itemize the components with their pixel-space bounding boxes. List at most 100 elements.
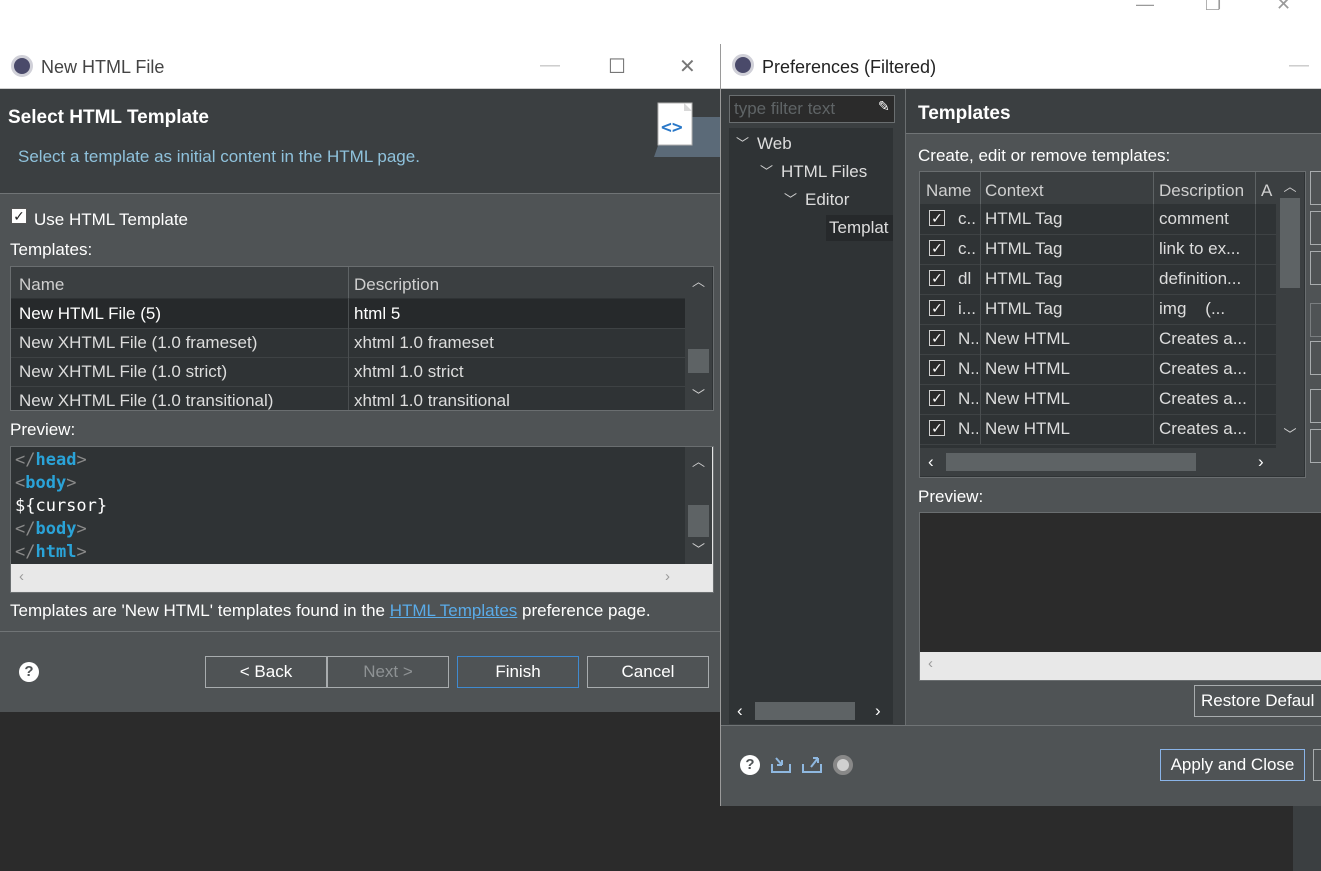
export-button[interactable] xyxy=(1310,429,1321,463)
background-panel xyxy=(1293,806,1321,871)
table-row[interactable]: ✓ N.. New HTML Creates a... xyxy=(920,384,1276,415)
import-icon[interactable] xyxy=(770,752,792,780)
table-row[interactable]: ✓ c.. HTML Tag link to ex... xyxy=(920,234,1276,265)
restore-icon[interactable]: ❐ xyxy=(1205,0,1221,15)
cancel-button[interactable] xyxy=(1313,749,1321,781)
chevron-down-icon[interactable]: ﹀ xyxy=(736,133,749,152)
template-enabled-checkbox[interactable]: ✓ xyxy=(929,390,945,406)
filter-input[interactable]: type filter text ✎ xyxy=(729,95,895,123)
scroll-up-arrow-icon[interactable]: ︿ xyxy=(685,271,712,290)
clear-filter-icon[interactable]: ✎ xyxy=(878,98,890,115)
scrollbar-thumb[interactable] xyxy=(1280,198,1300,288)
column-header-description[interactable]: Description xyxy=(354,275,439,295)
table-header: Name Context Description A xyxy=(920,172,1276,204)
maximize-icon[interactable]: ☐ xyxy=(608,54,626,79)
restore-defaults-button[interactable]: Restore Defaul xyxy=(1194,685,1321,717)
scroll-up-arrow-icon[interactable]: ︿ xyxy=(685,451,712,470)
minimize-icon[interactable]: — xyxy=(1136,0,1154,15)
column-divider xyxy=(348,267,349,298)
tree-horizontal-scrollbar[interactable]: ‹ › xyxy=(729,698,893,724)
scrollbar-thumb[interactable] xyxy=(688,349,709,373)
close-icon[interactable]: ✕ xyxy=(679,54,696,79)
scroll-left-arrow-icon[interactable]: ‹ xyxy=(19,568,24,585)
scroll-left-arrow-icon[interactable]: ‹ xyxy=(928,655,933,672)
scroll-right-arrow-icon[interactable]: › xyxy=(1258,452,1264,472)
minimize-icon[interactable]: — xyxy=(540,54,560,77)
eclipse-app-icon xyxy=(732,54,754,76)
tree-item-html-files[interactable]: HTML Files xyxy=(781,162,867,182)
column-header-description[interactable]: Description xyxy=(1159,181,1244,201)
oomph-sync-icon[interactable] xyxy=(833,755,853,775)
header-separator xyxy=(0,193,720,194)
export-icon[interactable] xyxy=(801,752,823,780)
scroll-right-arrow-icon[interactable]: › xyxy=(875,701,881,721)
scroll-down-arrow-icon[interactable]: ﹀ xyxy=(685,539,712,558)
tree-item-web[interactable]: Web xyxy=(757,134,792,154)
template-enabled-checkbox[interactable]: ✓ xyxy=(929,420,945,436)
new-template-button[interactable] xyxy=(1310,171,1321,205)
remove-template-button[interactable] xyxy=(1310,251,1321,285)
template-enabled-checkbox[interactable]: ✓ xyxy=(929,270,945,286)
back-button[interactable]: < Back xyxy=(205,656,327,688)
chevron-down-icon[interactable]: ﹀ xyxy=(760,161,773,180)
scrollbar-thumb[interactable] xyxy=(946,453,1196,471)
table-row[interactable]: ✓ dl HTML Tag definition... xyxy=(920,264,1276,295)
html-templates-link[interactable]: HTML Templates xyxy=(390,601,518,620)
column-header-name[interactable]: Name xyxy=(19,275,64,295)
scroll-left-arrow-icon[interactable]: ‹ xyxy=(928,452,934,472)
preview-vertical-scrollbar[interactable]: ︿ ﹀ xyxy=(685,447,712,564)
help-icon[interactable]: ? xyxy=(19,662,39,682)
template-enabled-checkbox[interactable]: ✓ xyxy=(929,300,945,316)
template-enabled-checkbox[interactable]: ✓ xyxy=(929,240,945,256)
import-button[interactable] xyxy=(1310,389,1321,423)
tree-item-editor[interactable]: Editor xyxy=(805,190,849,210)
close-icon[interactable]: ✕ xyxy=(1276,0,1291,15)
table-row[interactable]: ✓ i... HTML Tag img (... xyxy=(920,294,1276,325)
help-icon[interactable]: ? xyxy=(740,755,760,775)
eclipse-app-icon xyxy=(11,55,33,77)
next-button[interactable]: Next > xyxy=(327,656,449,688)
template-description: Creates a... xyxy=(1159,389,1247,408)
edit-template-button[interactable] xyxy=(1310,211,1321,245)
cancel-button[interactable]: Cancel xyxy=(587,656,709,688)
template-enabled-checkbox[interactable]: ✓ xyxy=(929,330,945,346)
scroll-down-arrow-icon[interactable]: ﹀ xyxy=(685,385,712,404)
table-row[interactable]: ✓ N.. New HTML Creates a... xyxy=(920,414,1276,445)
finish-button[interactable]: Finish xyxy=(457,656,579,688)
table-row[interactable]: ✓ N.. New HTML Creates a... xyxy=(920,324,1276,355)
restore-removed-button[interactable] xyxy=(1310,303,1321,337)
template-name: New XHTML File (1.0 transitional) xyxy=(19,391,274,410)
template-description: xhtml 1.0 strict xyxy=(354,362,464,381)
table-row[interactable]: ✓ c.. HTML Tag comment xyxy=(920,204,1276,235)
column-header-context[interactable]: Context xyxy=(985,181,1044,201)
template-enabled-checkbox[interactable]: ✓ xyxy=(929,210,945,226)
column-header-auto[interactable]: A xyxy=(1261,181,1272,201)
tree-item-templates-label: Templat xyxy=(829,218,889,237)
table-row[interactable]: ✓ N.. New HTML Creates a... xyxy=(920,354,1276,385)
preview-editor[interactable] xyxy=(920,513,1321,652)
chevron-down-icon[interactable]: ﹀ xyxy=(784,189,797,208)
template-description: xhtml 1.0 frameset xyxy=(354,333,494,352)
scroll-up-arrow-icon[interactable]: ︿ xyxy=(1276,176,1304,195)
minimize-icon[interactable]: — xyxy=(1289,54,1309,77)
use-template-checkbox[interactable]: ✓ xyxy=(11,208,27,224)
template-context: HTML Tag xyxy=(985,269,1063,288)
footer-text: Templates are 'New HTML' templates found… xyxy=(10,601,390,620)
scrollbar-thumb[interactable] xyxy=(755,702,855,720)
templates-vertical-scrollbar[interactable]: ︿ ﹀ xyxy=(1276,172,1304,448)
template-enabled-checkbox[interactable]: ✓ xyxy=(929,360,945,376)
scroll-down-arrow-icon[interactable]: ﹀ xyxy=(1276,424,1304,443)
use-template-label[interactable]: Use HTML Template xyxy=(34,210,188,230)
templates-horizontal-scrollbar[interactable]: ‹ › xyxy=(920,448,1304,476)
apply-and-close-button[interactable]: Apply and Close xyxy=(1160,749,1305,781)
template-name: N.. xyxy=(958,389,978,408)
scroll-left-arrow-icon[interactable]: ‹ xyxy=(737,701,743,721)
preview-horizontal-scrollbar[interactable]: ‹ › xyxy=(11,564,712,591)
scrollbar-thumb[interactable] xyxy=(688,505,709,537)
revert-to-default-button[interactable] xyxy=(1310,341,1321,375)
template-context: HTML Tag xyxy=(985,239,1063,258)
column-header-name[interactable]: Name xyxy=(926,181,971,201)
scroll-right-arrow-icon[interactable]: › xyxy=(665,568,670,585)
tree-item-templates[interactable]: Templat xyxy=(826,215,893,241)
templates-vertical-scrollbar[interactable]: ︿ ﹀ xyxy=(685,267,712,410)
